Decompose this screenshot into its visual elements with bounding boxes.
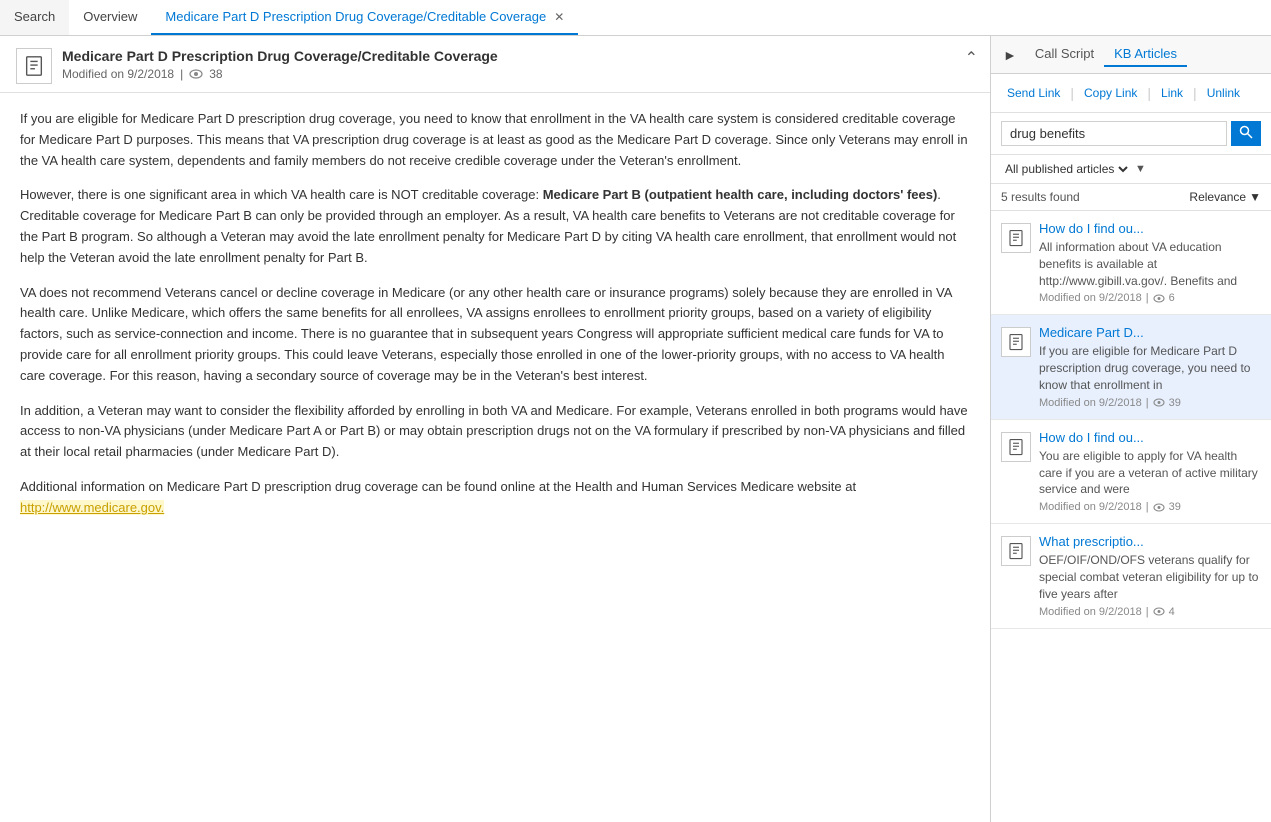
eye-icon [189,69,203,79]
search-bar [991,113,1271,155]
right-panel: ► Call Script KB Articles Send Link | Co… [991,36,1271,822]
kb-item-title: How do I find ou... [1039,430,1261,445]
kb-item-meta: Modified on 9/2/2018 | 6 [1039,292,1261,304]
search-button[interactable] [1231,121,1261,146]
filter-select[interactable]: All published articlesMy articlesDrafts [1001,161,1131,177]
kb-item-icon [1001,327,1031,357]
copy-link-button[interactable]: Copy Link [1078,82,1143,104]
kb-list-item[interactable]: How do I find ou... All information abou… [991,211,1271,315]
kb-item-title: Medicare Part D... [1039,325,1261,340]
article-paragraph-4: In addition, a Veteran may want to consi… [20,401,970,463]
tab-overview[interactable]: Overview [69,0,151,35]
kb-item-meta: Modified on 9/2/2018 | 39 [1039,397,1261,409]
link-button[interactable]: Link [1155,82,1189,104]
article-header: Medicare Part D Prescription Drug Covera… [0,36,990,93]
article-icon [16,48,52,84]
article-title: Medicare Part D Prescription Drug Covera… [62,48,974,64]
relevance-arrow-icon: ▼ [1249,190,1261,204]
kb-item-excerpt: All information about VA education benef… [1039,239,1261,289]
article-paragraph-3: VA does not recommend Veterans cancel or… [20,283,970,387]
medicare-link[interactable]: http://www.medicare.gov. [20,500,164,515]
article-paragraph-1: If you are eligible for Medicare Part D … [20,109,970,171]
kb-item-icon [1001,536,1031,566]
kb-item-title: How do I find ou... [1039,221,1261,236]
results-header: 5 results found Relevance ▼ [991,184,1271,211]
tab-search[interactable]: Search [0,0,69,35]
right-panel-header: ► Call Script KB Articles [991,36,1271,74]
article-area: Medicare Part D Prescription Drug Covera… [0,36,991,822]
kb-item-excerpt: If you are eligible for Medicare Part D … [1039,343,1261,393]
filter-arrow-icon: ▼ [1135,163,1146,175]
kb-list: How do I find ou... All information abou… [991,211,1271,822]
kb-list-item[interactable]: What prescriptio... OEF/OIF/OND/OFS vete… [991,524,1271,628]
panel-expand-button[interactable]: ► [1001,45,1019,65]
tab-kb-articles[interactable]: KB Articles [1104,42,1187,67]
main-area: Medicare Part D Prescription Drug Covera… [0,36,1271,822]
kb-item-meta: Modified on 9/2/2018 | 39 [1039,501,1261,513]
send-link-button[interactable]: Send Link [1001,82,1066,104]
search-input[interactable] [1001,121,1227,146]
article-paragraph-2: However, there is one significant area i… [20,185,970,268]
kb-item-excerpt: You are eligible to apply for VA health … [1039,448,1261,498]
article-title-block: Medicare Part D Prescription Drug Covera… [62,48,974,81]
kb-item-excerpt: OEF/OIF/OND/OFS veterans qualify for spe… [1039,552,1261,602]
results-count: 5 results found [1001,190,1080,204]
kb-list-item[interactable]: Medicare Part D... If you are eligible f… [991,315,1271,419]
article-body: If you are eligible for Medicare Part D … [0,93,990,549]
kb-item-meta: Modified on 9/2/2018 | 4 [1039,606,1261,618]
panel-tabs: Call Script KB Articles [1025,42,1187,67]
article-paragraph-5: Additional information on Medicare Part … [20,477,970,519]
panel-actions: Send Link | Copy Link | Link | Unlink [991,74,1271,113]
kb-item-icon [1001,223,1031,253]
tab-article[interactable]: Medicare Part D Prescription Drug Covera… [151,0,578,35]
kb-item-title: What prescriptio... [1039,534,1261,549]
collapse-button[interactable]: ⌃ [965,48,978,68]
kb-item-icon [1001,432,1031,462]
unlink-button[interactable]: Unlink [1201,82,1246,104]
top-nav: Search Overview Medicare Part D Prescrip… [0,0,1271,36]
article-meta: Modified on 9/2/2018 | 38 [62,67,974,81]
kb-list-item[interactable]: How do I find ou... You are eligible to … [991,420,1271,524]
close-tab-icon[interactable]: ✕ [554,10,564,24]
relevance-sort[interactable]: Relevance ▼ [1189,190,1261,204]
tab-call-script[interactable]: Call Script [1025,42,1104,67]
filter-row: All published articlesMy articlesDrafts … [991,155,1271,184]
